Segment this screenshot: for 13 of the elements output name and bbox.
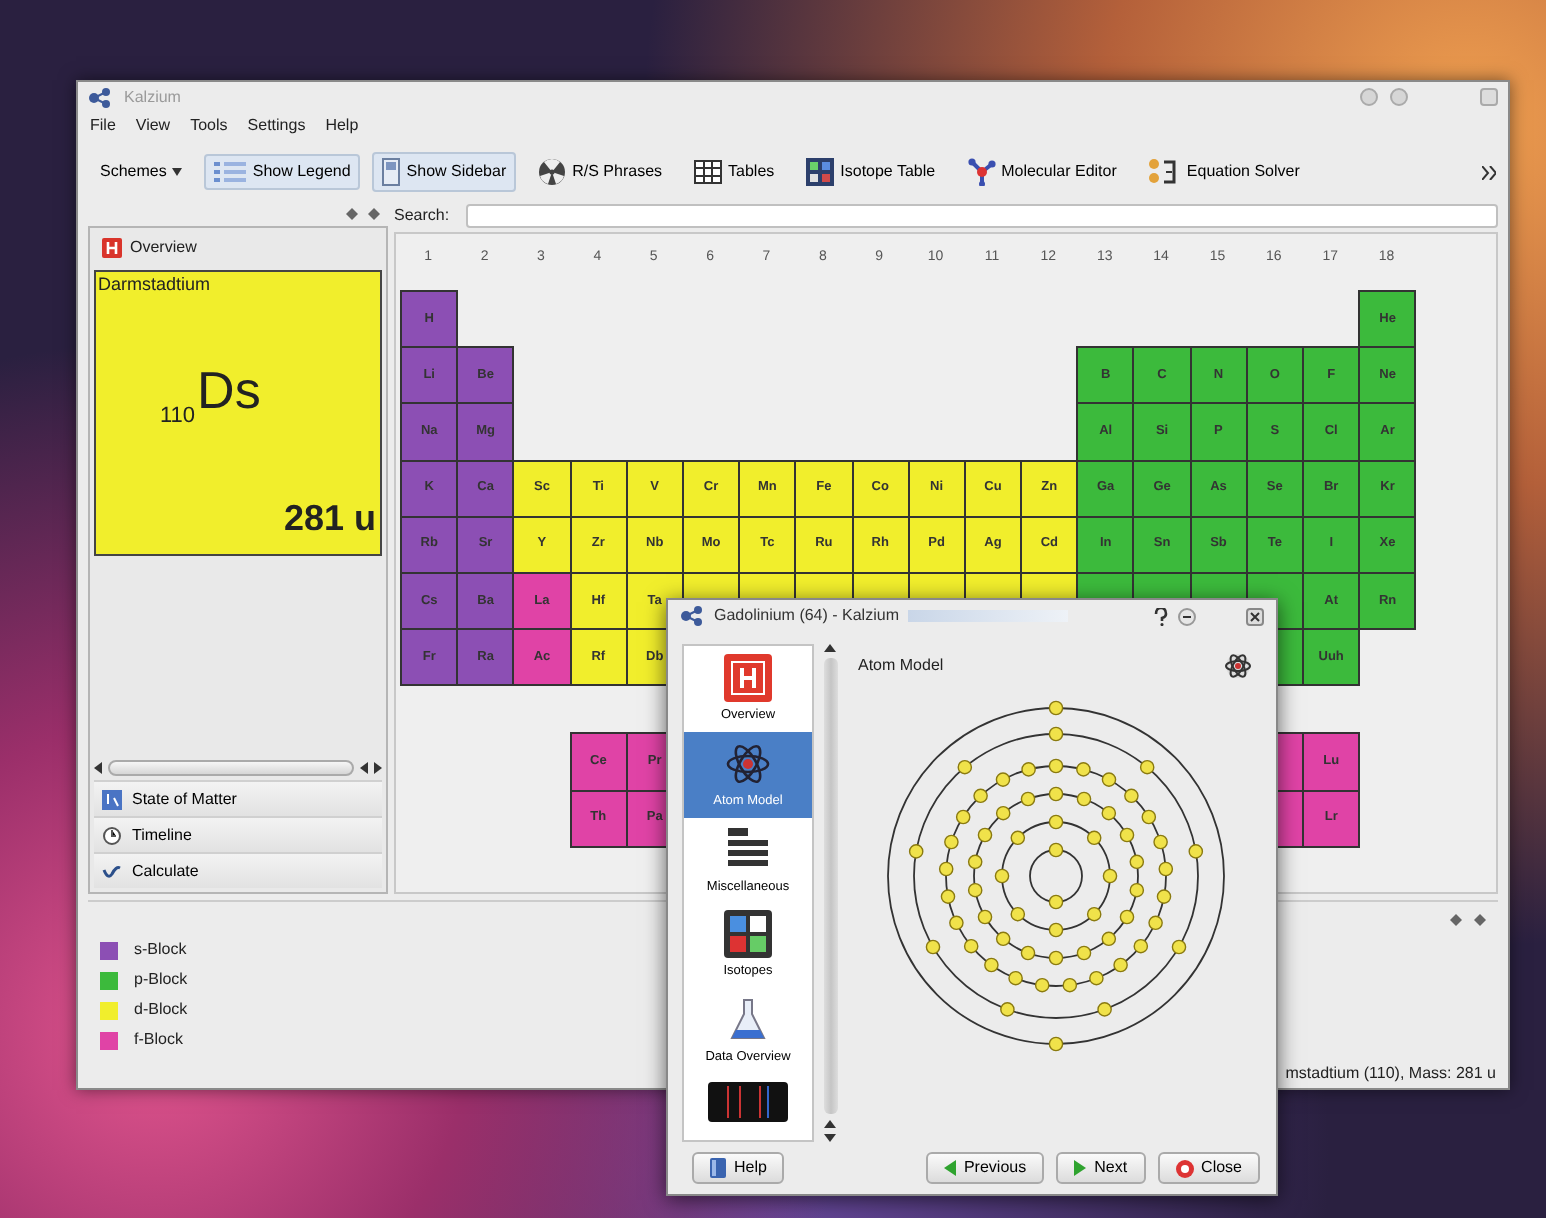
window-title: Kalzium — [124, 85, 181, 109]
atomic-mass: 281 u — [283, 496, 376, 542]
dialog-title: Gadolinium (64) - Kalzium — [714, 604, 899, 628]
element-symbol: Ds — [197, 364, 261, 416]
search-label: Search: — [394, 204, 450, 228]
legend-label: f-Block — [134, 1028, 183, 1052]
status-text: mstadtium (110), Mass: 281 u — [1285, 1062, 1496, 1086]
atomic-number: 110 — [160, 401, 196, 431]
element-name: Darmstadtium — [98, 272, 211, 298]
legend-label: d-Block — [134, 998, 188, 1022]
legend-label: s-Block — [134, 938, 187, 962]
legend-label: p-Block — [134, 968, 188, 992]
page-title: Atom Model — [858, 654, 944, 678]
